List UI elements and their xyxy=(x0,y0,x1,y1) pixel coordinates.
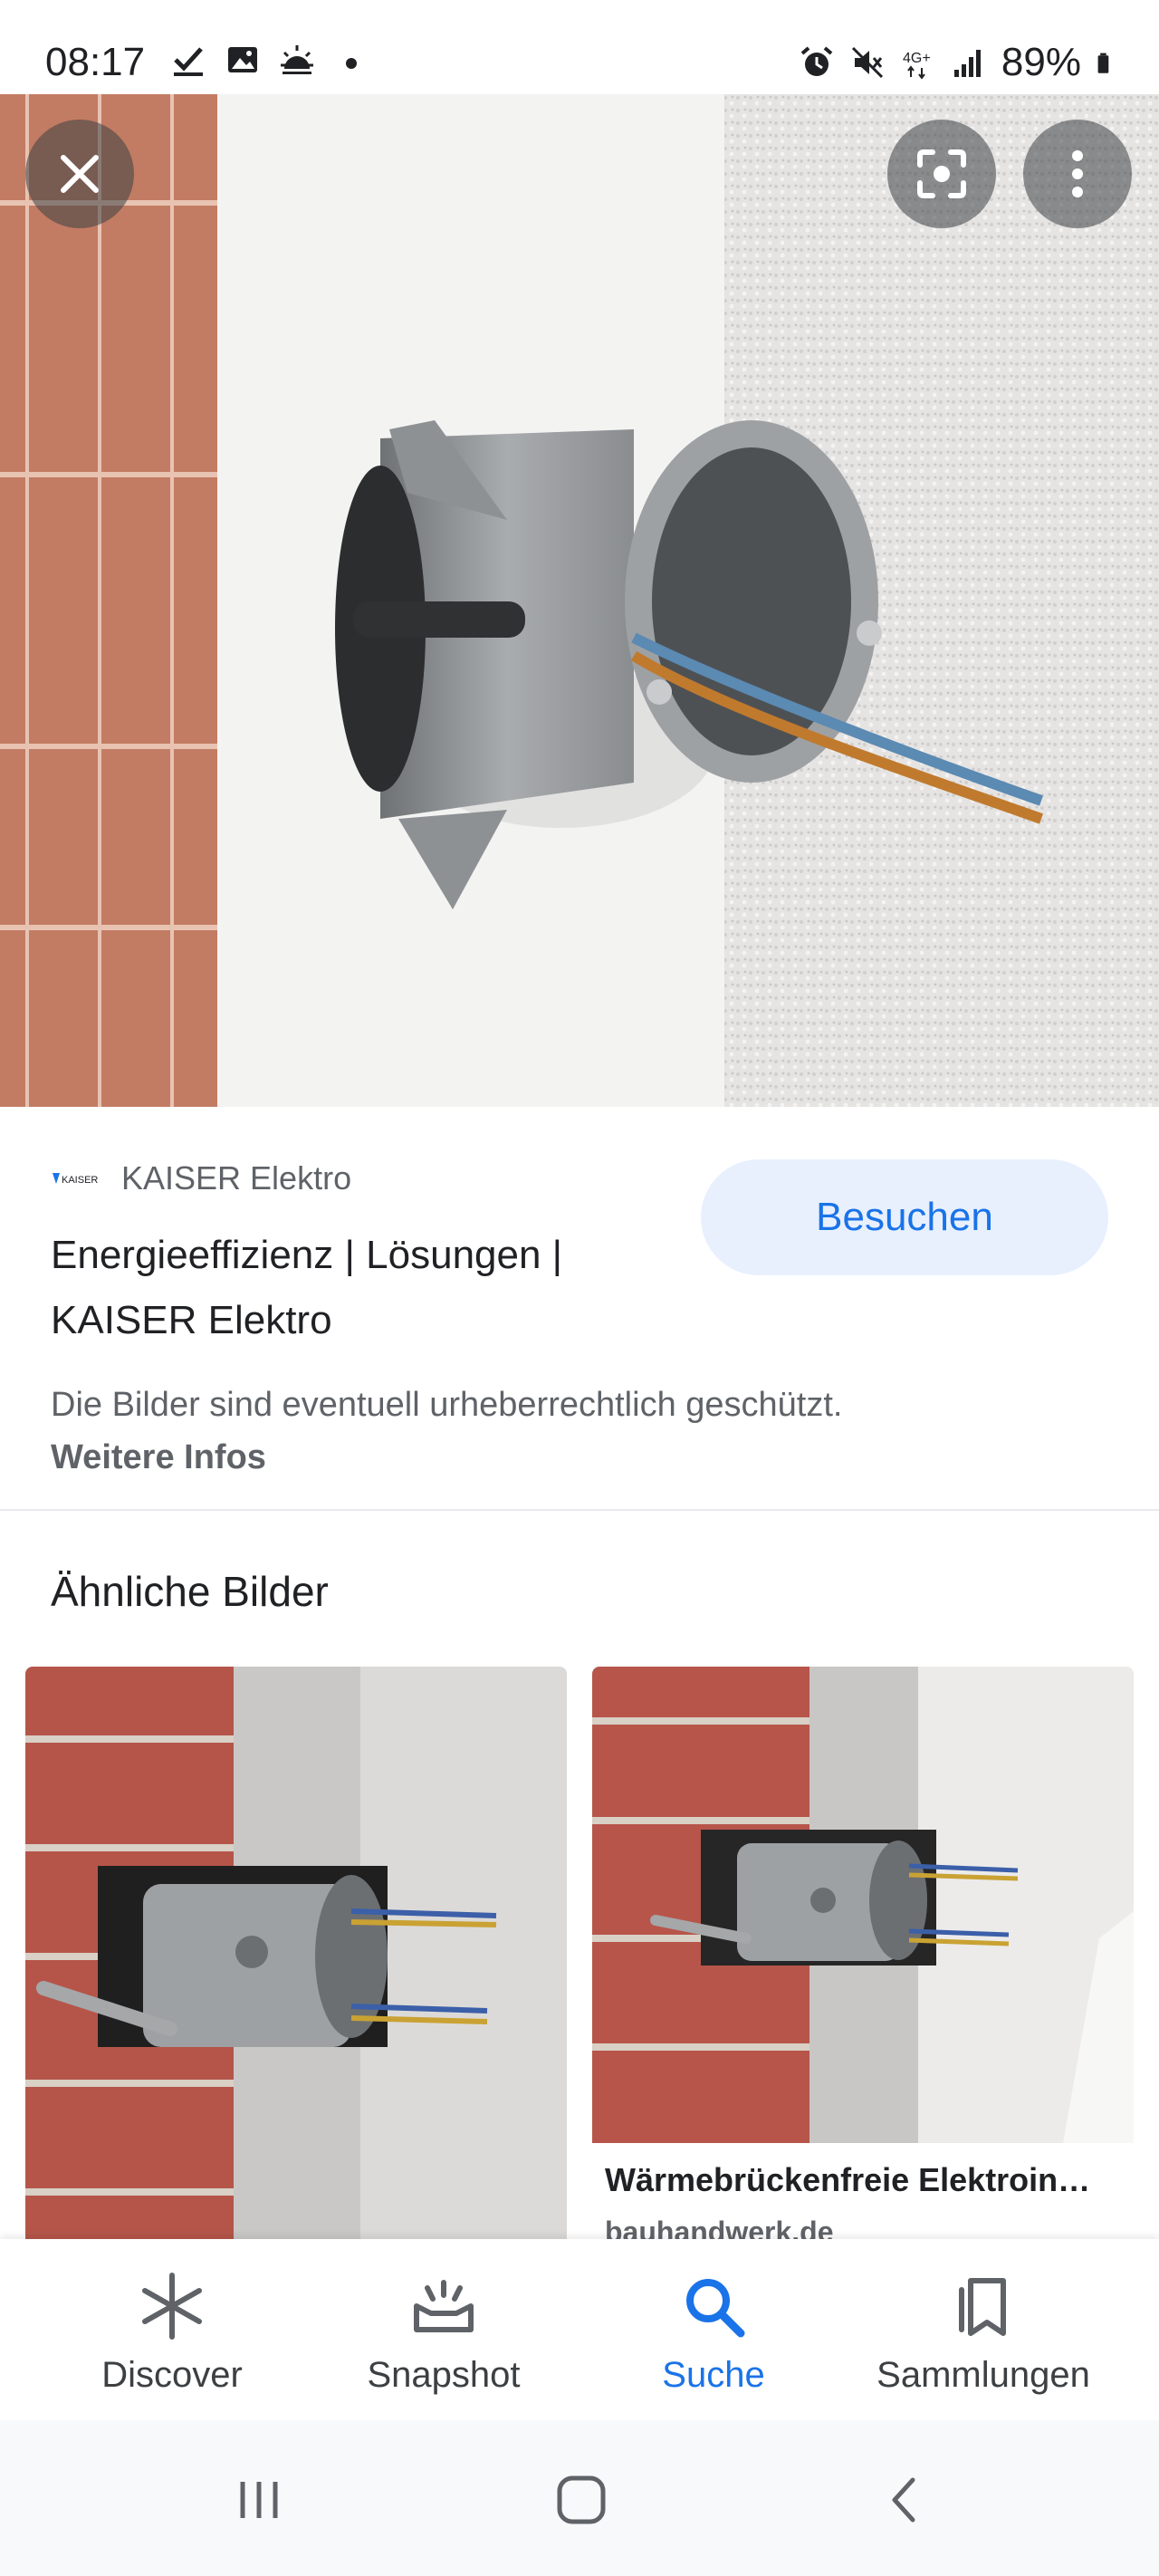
kaiser-logo: KAISER xyxy=(51,1169,105,1187)
status-left-icons xyxy=(170,42,369,78)
alarm-icon xyxy=(800,46,833,76)
recent-apps-button[interactable] xyxy=(205,2471,313,2529)
status-right: 4G+ 89% xyxy=(799,40,1119,85)
more-options-button[interactable] xyxy=(1023,120,1132,228)
status-time: 08:17 xyxy=(45,40,146,84)
lens-icon xyxy=(917,149,966,198)
nav-collections-label: Sammlungen xyxy=(876,2355,1090,2395)
hero-image[interactable] xyxy=(0,94,1159,1107)
network-icon: 4G+ xyxy=(903,51,931,80)
signal-icon xyxy=(953,50,981,77)
back-button[interactable] xyxy=(851,2471,960,2529)
nav-search[interactable]: Suche xyxy=(578,2270,849,2396)
nav-discover[interactable]: Discover xyxy=(36,2270,308,2396)
lens-button[interactable] xyxy=(887,120,996,228)
battery-icon xyxy=(1097,53,1109,73)
result-info: KAISER KAISER Elektro Energieeffizienz |… xyxy=(0,1107,1159,1511)
copyright-notice: Die Bilder sind eventuell urheberrechtli… xyxy=(51,1379,866,1484)
logo-text: KAISER xyxy=(62,1175,98,1186)
asterisk-icon xyxy=(142,2273,202,2340)
weather-icon xyxy=(281,45,313,74)
collections-icon xyxy=(959,2278,1006,2336)
bottom-navigation: Discover Snapshot Suche Sammlungen xyxy=(0,2239,1159,2420)
check-icon xyxy=(174,47,203,76)
nav-snapshot-label: Snapshot xyxy=(367,2355,521,2395)
home-icon xyxy=(557,2475,606,2524)
network-label: 4G+ xyxy=(903,51,931,66)
similar-image-2[interactable]: Wärmebrückenfreie Elektroin… bauhandwerk… xyxy=(592,1667,1134,2246)
similar-image-2-title: Wärmebrückenfreie Elektroin… xyxy=(605,2161,1091,2198)
system-navigation-bar xyxy=(0,2420,1159,2576)
close-button[interactable] xyxy=(25,120,134,228)
copyright-text: Die Bilder sind eventuell urheberrechtli… xyxy=(51,1386,843,1424)
divider xyxy=(0,1509,1159,1511)
similar-image-2-thumbnail xyxy=(592,1667,1134,2143)
back-icon xyxy=(892,2477,915,2523)
dot-icon xyxy=(346,58,357,69)
search-icon xyxy=(686,2279,745,2338)
similar-image-1[interactable] xyxy=(25,1667,567,2246)
nav-collections[interactable]: Sammlungen xyxy=(848,2270,1119,2396)
snapshot-icon xyxy=(414,2280,474,2332)
mute-icon xyxy=(851,46,883,79)
recent-apps-icon xyxy=(240,2482,278,2518)
image-icon xyxy=(228,47,257,72)
visit-button[interactable]: Besuchen xyxy=(701,1159,1108,1275)
page-title[interactable]: Energieeffizienz | Lösungen | KAISER Ele… xyxy=(51,1223,666,1353)
nav-snapshot[interactable]: Snapshot xyxy=(308,2270,580,2396)
source-name: KAISER Elektro xyxy=(121,1159,352,1197)
battery-percent: 89% xyxy=(1001,40,1081,84)
home-button[interactable] xyxy=(527,2471,636,2529)
more-vert-icon xyxy=(1072,150,1083,197)
more-info-link[interactable]: Weitere Infos xyxy=(51,1438,266,1476)
similar-images-heading: Ähnliche Bilder xyxy=(51,1568,329,1615)
close-icon xyxy=(61,155,99,193)
status-bar: 08:17 4G+ 89% xyxy=(0,0,1159,94)
source-row[interactable]: KAISER KAISER Elektro xyxy=(51,1159,351,1197)
nav-discover-label: Discover xyxy=(101,2355,243,2395)
nav-search-label: Suche xyxy=(662,2355,765,2395)
